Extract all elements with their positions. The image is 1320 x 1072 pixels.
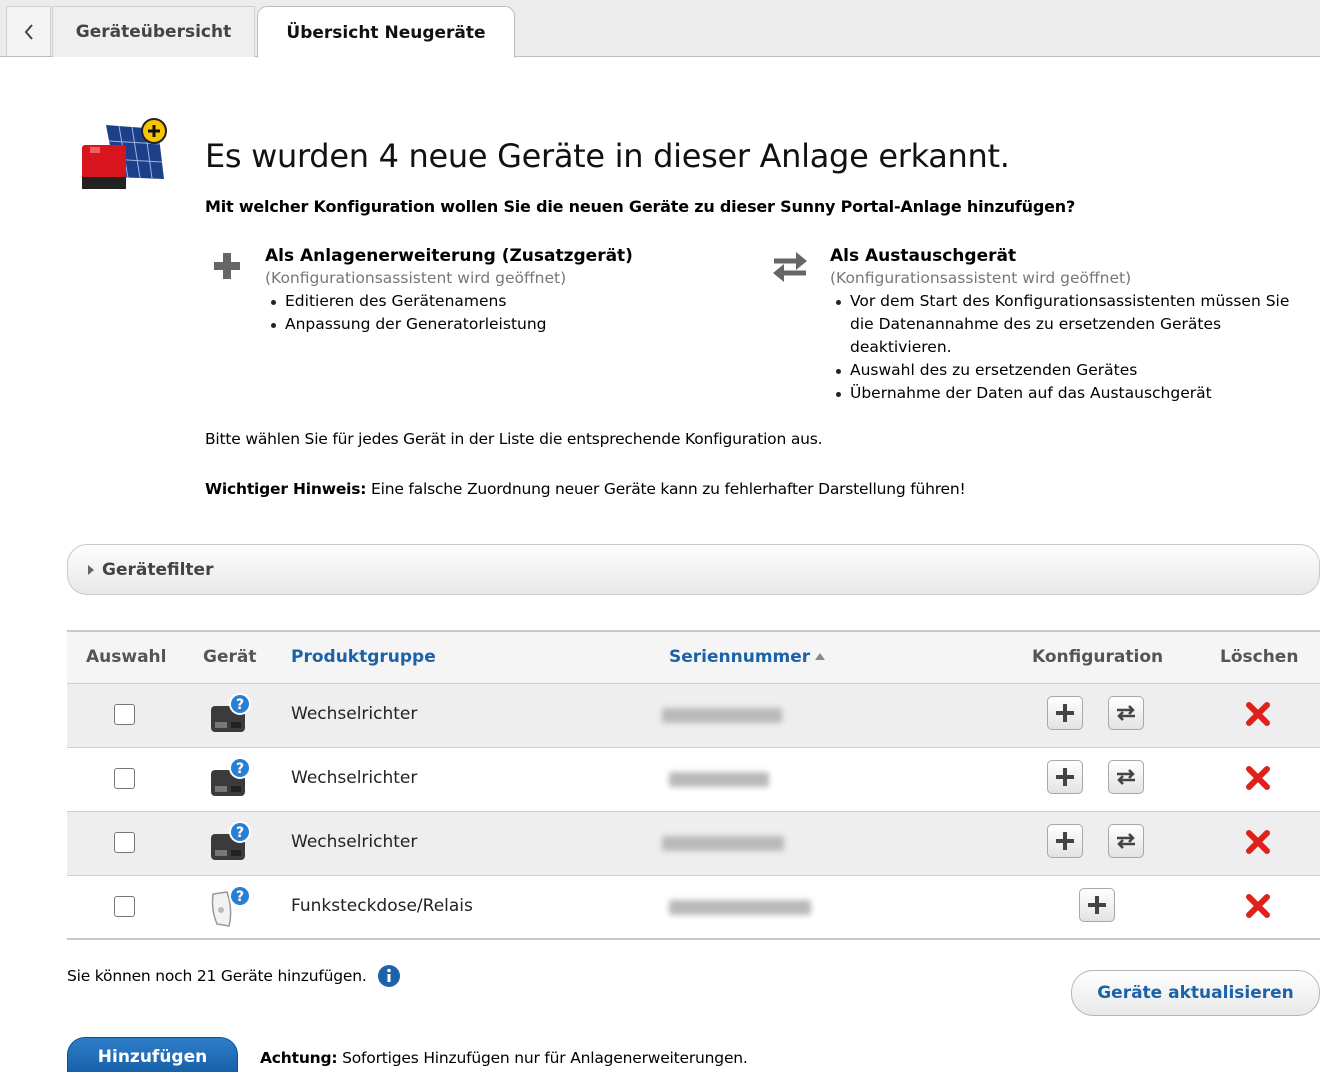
list-item: Editieren des Gerätenamens: [265, 290, 665, 313]
option-extension-list: Editieren des Gerätenamens Anpassung der…: [265, 290, 665, 336]
table-row: ? Wechselrichter: [67, 748, 1320, 812]
option-replacement: Als Austauschgerät (Konfigurationsassist…: [830, 245, 1310, 405]
serial-number-redacted: [662, 836, 784, 851]
back-button[interactable]: [6, 6, 51, 56]
radio-socket-icon: ?: [211, 885, 251, 927]
product-group: Wechselrichter: [291, 832, 418, 852]
remaining-devices: Sie können noch 21 Geräte hinzufügen.: [67, 964, 401, 988]
delete-icon[interactable]: [1244, 828, 1272, 856]
add-as-extension-button[interactable]: [1047, 824, 1083, 858]
new-devices-table: Auswahl Gerät Produktgruppe Seriennummer…: [67, 630, 1320, 940]
table-row: ? Funksteckdose/Relais: [67, 876, 1320, 940]
important-note-label: Wichtiger Hinweis:: [205, 480, 367, 498]
device-filter-label: Gerätefilter: [102, 559, 214, 580]
svg-text:?: ?: [236, 825, 244, 841]
header-serial-number[interactable]: Seriennummer: [669, 647, 826, 667]
page-title: Es wurden 4 neue Geräte in dieser Anlage…: [205, 137, 1010, 175]
add-as-extension-button[interactable]: [1047, 696, 1083, 730]
swap-icon: [1117, 705, 1135, 721]
option-replacement-subtitle: (Konfigurationsassistent wird geöffnet): [830, 269, 1132, 287]
table-row: ? Wechselrichter: [67, 684, 1320, 748]
header-select: Auswahl: [86, 647, 167, 667]
header-configuration: Konfiguration: [1032, 647, 1164, 667]
tab-bar: Geräteübersicht Übersicht Neugeräte: [0, 0, 1320, 58]
select-checkbox[interactable]: [114, 704, 135, 725]
header-device: Gerät: [203, 647, 257, 667]
select-checkbox[interactable]: [114, 832, 135, 853]
option-extension-title: Als Anlagenerweiterung (Zusatzgerät): [265, 246, 633, 266]
plus-icon: [1056, 832, 1074, 850]
delete-icon[interactable]: [1244, 892, 1272, 920]
serial-number-redacted: [669, 900, 811, 915]
list-item: Anpassung der Generatorleistung: [265, 313, 665, 336]
refresh-devices-button[interactable]: Geräte aktualisieren: [1071, 970, 1320, 1016]
config-question: Mit welcher Konfiguration wollen Sie die…: [205, 197, 1076, 216]
add-as-replacement-button[interactable]: [1108, 760, 1144, 794]
sort-ascending-icon: [815, 653, 826, 660]
plus-icon: [214, 253, 240, 279]
table-header: Auswahl Gerät Produktgruppe Seriennummer…: [67, 632, 1320, 684]
svg-text:?: ?: [236, 761, 244, 777]
select-checkbox[interactable]: [114, 896, 135, 917]
inverter-icon: ?: [211, 821, 251, 860]
list-item: Vor dem Start des Konfigurationsassisten…: [830, 290, 1310, 359]
new-device-icon: [82, 118, 167, 189]
add-as-extension-button[interactable]: [1047, 760, 1083, 794]
add-button[interactable]: Hinzufügen: [67, 1037, 238, 1072]
important-note: Wichtiger Hinweis: Eine falsche Zuordnun…: [205, 480, 966, 498]
swap-icon: [1117, 833, 1135, 849]
serial-number-redacted: [669, 772, 769, 787]
chevron-left-icon: [24, 23, 33, 40]
inverter-icon: ?: [211, 693, 251, 732]
tab-device-overview[interactable]: Geräteübersicht: [52, 6, 255, 57]
info-icon[interactable]: [377, 964, 401, 988]
inverter-icon: ?: [211, 757, 251, 796]
option-extension-subtitle: (Konfigurationsassistent wird geöffnet): [265, 269, 567, 287]
select-checkbox[interactable]: [114, 768, 135, 789]
option-replacement-list: Vor dem Start des Konfigurationsassisten…: [830, 290, 1310, 405]
swap-icon: [773, 252, 807, 282]
device-filter-toggle[interactable]: Gerätefilter: [67, 544, 1320, 595]
instruction-text: Bitte wählen Sie für jedes Gerät in der …: [205, 430, 823, 448]
warning-label: Achtung:: [260, 1049, 338, 1067]
delete-icon[interactable]: [1244, 764, 1272, 792]
svg-text:?: ?: [236, 697, 244, 713]
delete-icon[interactable]: [1244, 700, 1272, 728]
add-as-extension-button[interactable]: [1079, 888, 1115, 922]
swap-icon: [1117, 769, 1135, 785]
svg-text:?: ?: [236, 889, 244, 905]
option-replacement-title: Als Austauschgerät: [830, 246, 1017, 266]
caret-right-icon: [88, 564, 94, 575]
serial-number-redacted: [662, 708, 782, 723]
product-group: Wechselrichter: [291, 704, 418, 724]
add-as-replacement-button[interactable]: [1108, 824, 1144, 858]
plus-icon: [1056, 704, 1074, 722]
product-group: Wechselrichter: [291, 768, 418, 788]
add-as-replacement-button[interactable]: [1108, 696, 1144, 730]
important-note-text: Eine falsche Zuordnung neuer Geräte kann…: [366, 480, 966, 498]
plus-icon: [1056, 768, 1074, 786]
warning-note: Achtung: Sofortiges Hinzufügen nur für A…: [260, 1049, 748, 1067]
list-item: Auswahl des zu ersetzenden Gerätes: [830, 359, 1310, 382]
header-delete: Löschen: [1220, 647, 1299, 667]
product-group: Funksteckdose/Relais: [291, 896, 473, 916]
header-product-group[interactable]: Produktgruppe: [291, 647, 436, 667]
header-serial-label: Seriennummer: [669, 647, 811, 667]
table-row: ? Wechselrichter: [67, 812, 1320, 876]
remaining-devices-text: Sie können noch 21 Geräte hinzufügen.: [67, 967, 367, 985]
option-extension: Als Anlagenerweiterung (Zusatzgerät) (Ko…: [265, 245, 665, 336]
tab-new-devices[interactable]: Übersicht Neugeräte: [257, 6, 515, 58]
list-item: Übernahme der Daten auf das Austauschger…: [830, 382, 1310, 405]
warning-text: Sofortiges Hinzufügen nur für Anlagenerw…: [337, 1049, 748, 1067]
plus-icon: [1088, 896, 1106, 914]
